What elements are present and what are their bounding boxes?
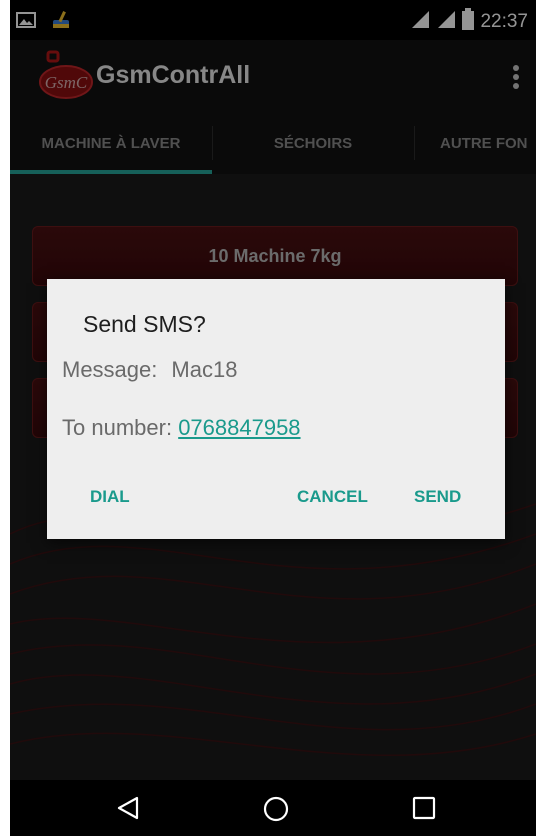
- send-sms-dialog: Send SMS? Message: Mac18 To number: 07688…: [47, 279, 505, 539]
- message-value: Mac18: [171, 357, 238, 382]
- phone-screen: 22:37 GsmC GsmContrAll MACHINE À LAVER S…: [10, 0, 536, 836]
- home-icon[interactable]: [263, 796, 289, 827]
- back-icon[interactable]: [116, 796, 140, 825]
- dialog-title: Send SMS?: [83, 311, 206, 337]
- number-row: To number: 0768847958: [62, 415, 301, 441]
- send-button[interactable]: SEND: [414, 487, 461, 507]
- message-label: Message:: [62, 357, 158, 382]
- phone-number-link[interactable]: 0768847958: [178, 415, 300, 440]
- cancel-button[interactable]: CANCEL: [297, 487, 368, 507]
- recents-icon[interactable]: [412, 796, 436, 825]
- number-label: To number:: [62, 415, 173, 440]
- navigation-bar: [10, 780, 536, 836]
- message-row: Message: Mac18: [62, 357, 237, 383]
- dial-button[interactable]: DIAL: [90, 487, 130, 507]
